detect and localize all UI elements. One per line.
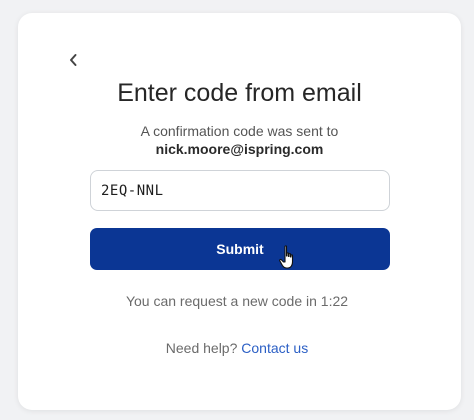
confirmation-message: A confirmation code was sent to (140, 123, 339, 139)
recipient-email: nick.moore@ispring.com (155, 141, 324, 157)
back-button[interactable] (62, 49, 84, 71)
submit-button[interactable]: Submit (90, 228, 390, 270)
chevron-left-icon (70, 54, 77, 66)
help-prefix: Need help? (165, 340, 238, 356)
code-input[interactable] (90, 170, 390, 211)
help-line: Need help? Contact us (0, 340, 474, 356)
contact-us-link[interactable]: Contact us (241, 340, 308, 356)
resend-countdown: You can request a new code in 1:22 (125, 293, 349, 309)
page-title: Enter code from email (117, 79, 362, 107)
